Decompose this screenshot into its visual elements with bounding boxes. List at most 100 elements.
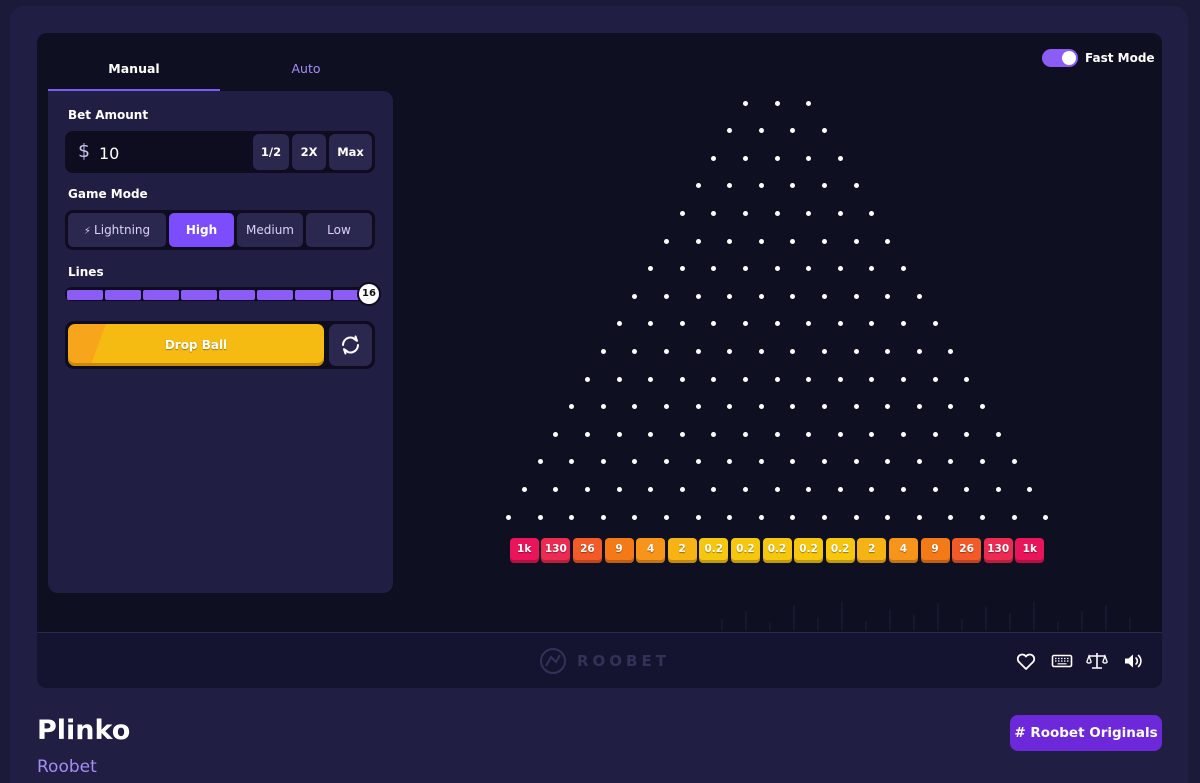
peg: [821, 238, 827, 244]
scale-icon: [1086, 653, 1108, 669]
peg: [806, 100, 812, 106]
peg: [900, 486, 906, 492]
peg: [916, 293, 922, 299]
peg: [790, 348, 796, 354]
peg: [837, 155, 843, 161]
peg: [758, 238, 764, 244]
decor-bar: [1009, 613, 1011, 631]
peg: [679, 210, 685, 216]
decor-bar: [817, 617, 819, 631]
peg: [711, 210, 717, 216]
peg: [790, 128, 796, 134]
peg: [742, 486, 748, 492]
peg: [758, 348, 764, 354]
peg: [742, 155, 748, 161]
peg: [505, 514, 511, 520]
peg: [932, 321, 938, 327]
peg: [806, 210, 812, 216]
decor-bar: [721, 619, 723, 631]
decor-bar: [1033, 601, 1035, 631]
keyboard-shortcuts-button[interactable]: [1050, 649, 1074, 673]
peg: [727, 238, 733, 244]
peg: [553, 486, 559, 492]
plinko-board: 1k 130 26 9 4 2 0.2 0.2 0.2 0.2 0.2 2 4 9 26 130 1k: [37, 33, 1162, 633]
peg: [695, 459, 701, 465]
peg: [869, 321, 875, 327]
peg: [790, 514, 796, 520]
peg: [758, 459, 764, 465]
peg: [648, 266, 654, 272]
peg: [979, 459, 985, 465]
decor-bar: [1081, 611, 1083, 631]
keyboard-icon: [1051, 654, 1073, 668]
peg: [869, 266, 875, 272]
peg: [632, 514, 638, 520]
game-provider-link[interactable]: Roobet: [37, 757, 97, 777]
peg: [979, 404, 985, 410]
peg: [916, 404, 922, 410]
peg: [679, 321, 685, 327]
decor-bar: [769, 623, 771, 631]
peg: [1011, 459, 1017, 465]
peg: [648, 486, 654, 492]
peg: [979, 514, 985, 520]
peg: [711, 376, 717, 382]
peg: [932, 376, 938, 382]
peg: [774, 266, 780, 272]
peg: [821, 348, 827, 354]
fairness-button[interactable]: [1085, 649, 1109, 673]
peg: [885, 404, 891, 410]
peg: [663, 348, 669, 354]
peg: [837, 210, 843, 216]
roobet-logo: ROOBET: [537, 647, 666, 675]
peg: [711, 155, 717, 161]
multiplier-bucket: 0.2: [825, 538, 855, 563]
multiplier-bucket: 2: [857, 538, 887, 563]
peg: [648, 321, 654, 327]
decor-bar: [961, 619, 963, 631]
peg: [679, 486, 685, 492]
peg: [727, 128, 733, 134]
favorite-button[interactable]: [1014, 649, 1038, 673]
peg: [727, 514, 733, 520]
peg: [600, 348, 606, 354]
peg: [742, 266, 748, 272]
peg: [648, 431, 654, 437]
peg: [837, 431, 843, 437]
sound-button[interactable]: [1121, 649, 1145, 673]
peg: [537, 514, 543, 520]
peg: [758, 514, 764, 520]
roobet-originals-tag[interactable]: # Roobet Originals: [1010, 715, 1162, 751]
peg: [885, 348, 891, 354]
multiplier-bucket: 0.2: [699, 538, 729, 563]
peg: [774, 155, 780, 161]
peg: [663, 238, 669, 244]
peg: [853, 514, 859, 520]
peg: [758, 293, 764, 299]
peg: [616, 376, 622, 382]
peg: [727, 348, 733, 354]
peg: [900, 431, 906, 437]
peg: [821, 459, 827, 465]
peg: [569, 404, 575, 410]
peg: [774, 376, 780, 382]
peg: [695, 348, 701, 354]
peg: [663, 514, 669, 520]
peg: [995, 486, 1001, 492]
peg: [742, 376, 748, 382]
peg: [695, 293, 701, 299]
peg: [806, 486, 812, 492]
peg: [774, 100, 780, 106]
peg: [616, 431, 622, 437]
brand-watermark: ROOBET: [577, 652, 670, 670]
peg: [742, 321, 748, 327]
decor-bar: [985, 607, 987, 631]
kangaroo-logo-icon: [540, 648, 566, 674]
board-decoration: [717, 598, 1162, 631]
peg: [600, 459, 606, 465]
peg: [727, 404, 733, 410]
peg: [774, 210, 780, 216]
peg: [727, 183, 733, 189]
peg: [758, 183, 764, 189]
peg: [869, 486, 875, 492]
